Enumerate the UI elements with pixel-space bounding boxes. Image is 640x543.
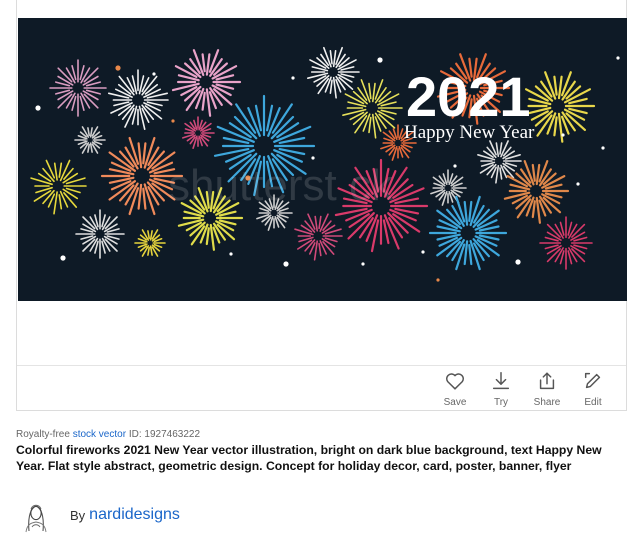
watermark-text: shutterst ck <box>168 161 394 210</box>
sparkle-dot <box>361 262 365 266</box>
preview-image[interactable]: 2021 Happy New Year shutterst ck <box>18 18 627 301</box>
share-icon <box>539 372 555 390</box>
sparkle-dot <box>576 182 580 186</box>
card-divider <box>17 365 626 366</box>
sparkle-dot <box>561 133 565 137</box>
license-meta: Royalty-free stock vector ID: 1927463222 <box>16 429 200 440</box>
download-icon <box>492 372 510 390</box>
try-button[interactable]: Try <box>478 368 524 408</box>
by-prefix: By <box>70 507 86 523</box>
sparkle-dot <box>115 65 121 71</box>
sparkle-dot <box>421 250 425 254</box>
sparkle-dot <box>311 156 315 160</box>
edit-icon <box>584 372 601 389</box>
sparkle-dot <box>515 259 521 265</box>
edit-label: Edit <box>584 397 602 408</box>
sparkle-dot <box>616 56 620 60</box>
sparkle-dot <box>291 76 295 80</box>
stock-vector-link[interactable]: stock vector <box>73 429 126 440</box>
fireworks-illustration: 2021 Happy New Year shutterst ck <box>18 18 627 301</box>
subheadline-text: Happy New Year <box>404 122 535 143</box>
save-label: Save <box>443 397 467 408</box>
image-description: Colorful fireworks 2021 New Year vector … <box>16 443 602 473</box>
save-button[interactable]: Save <box>432 368 478 408</box>
sparkle-dot <box>171 119 175 123</box>
sparkle-dot <box>283 261 289 267</box>
sparkle-dot <box>152 72 156 76</box>
try-label: Try <box>493 397 509 408</box>
image-card: 2021 Happy New Year shutterst ck Save Tr… <box>16 0 627 411</box>
sparkle-dot <box>60 255 66 261</box>
share-button[interactable]: Share <box>524 368 570 408</box>
author-link[interactable]: nardidesigns <box>89 506 180 524</box>
sparkle-dot <box>453 164 457 168</box>
sparkle-dot <box>35 105 41 111</box>
sparkle-dot <box>229 252 233 256</box>
sparkle-dot <box>377 57 383 63</box>
share-label: Share <box>533 397 561 408</box>
sparkle-dot <box>436 278 440 282</box>
sparkle-dot <box>601 146 605 150</box>
action-bar: Save Try Share Edit <box>432 368 616 408</box>
edit-button[interactable]: Edit <box>570 368 616 408</box>
avatar[interactable] <box>18 497 54 533</box>
author-byline: By nardidesigns <box>18 497 180 533</box>
headline-text: 2021 <box>406 65 531 128</box>
heart-icon <box>446 373 464 390</box>
image-id: ID: 1927463222 <box>128 429 200 440</box>
license-prefix: Royalty-free <box>16 429 70 440</box>
